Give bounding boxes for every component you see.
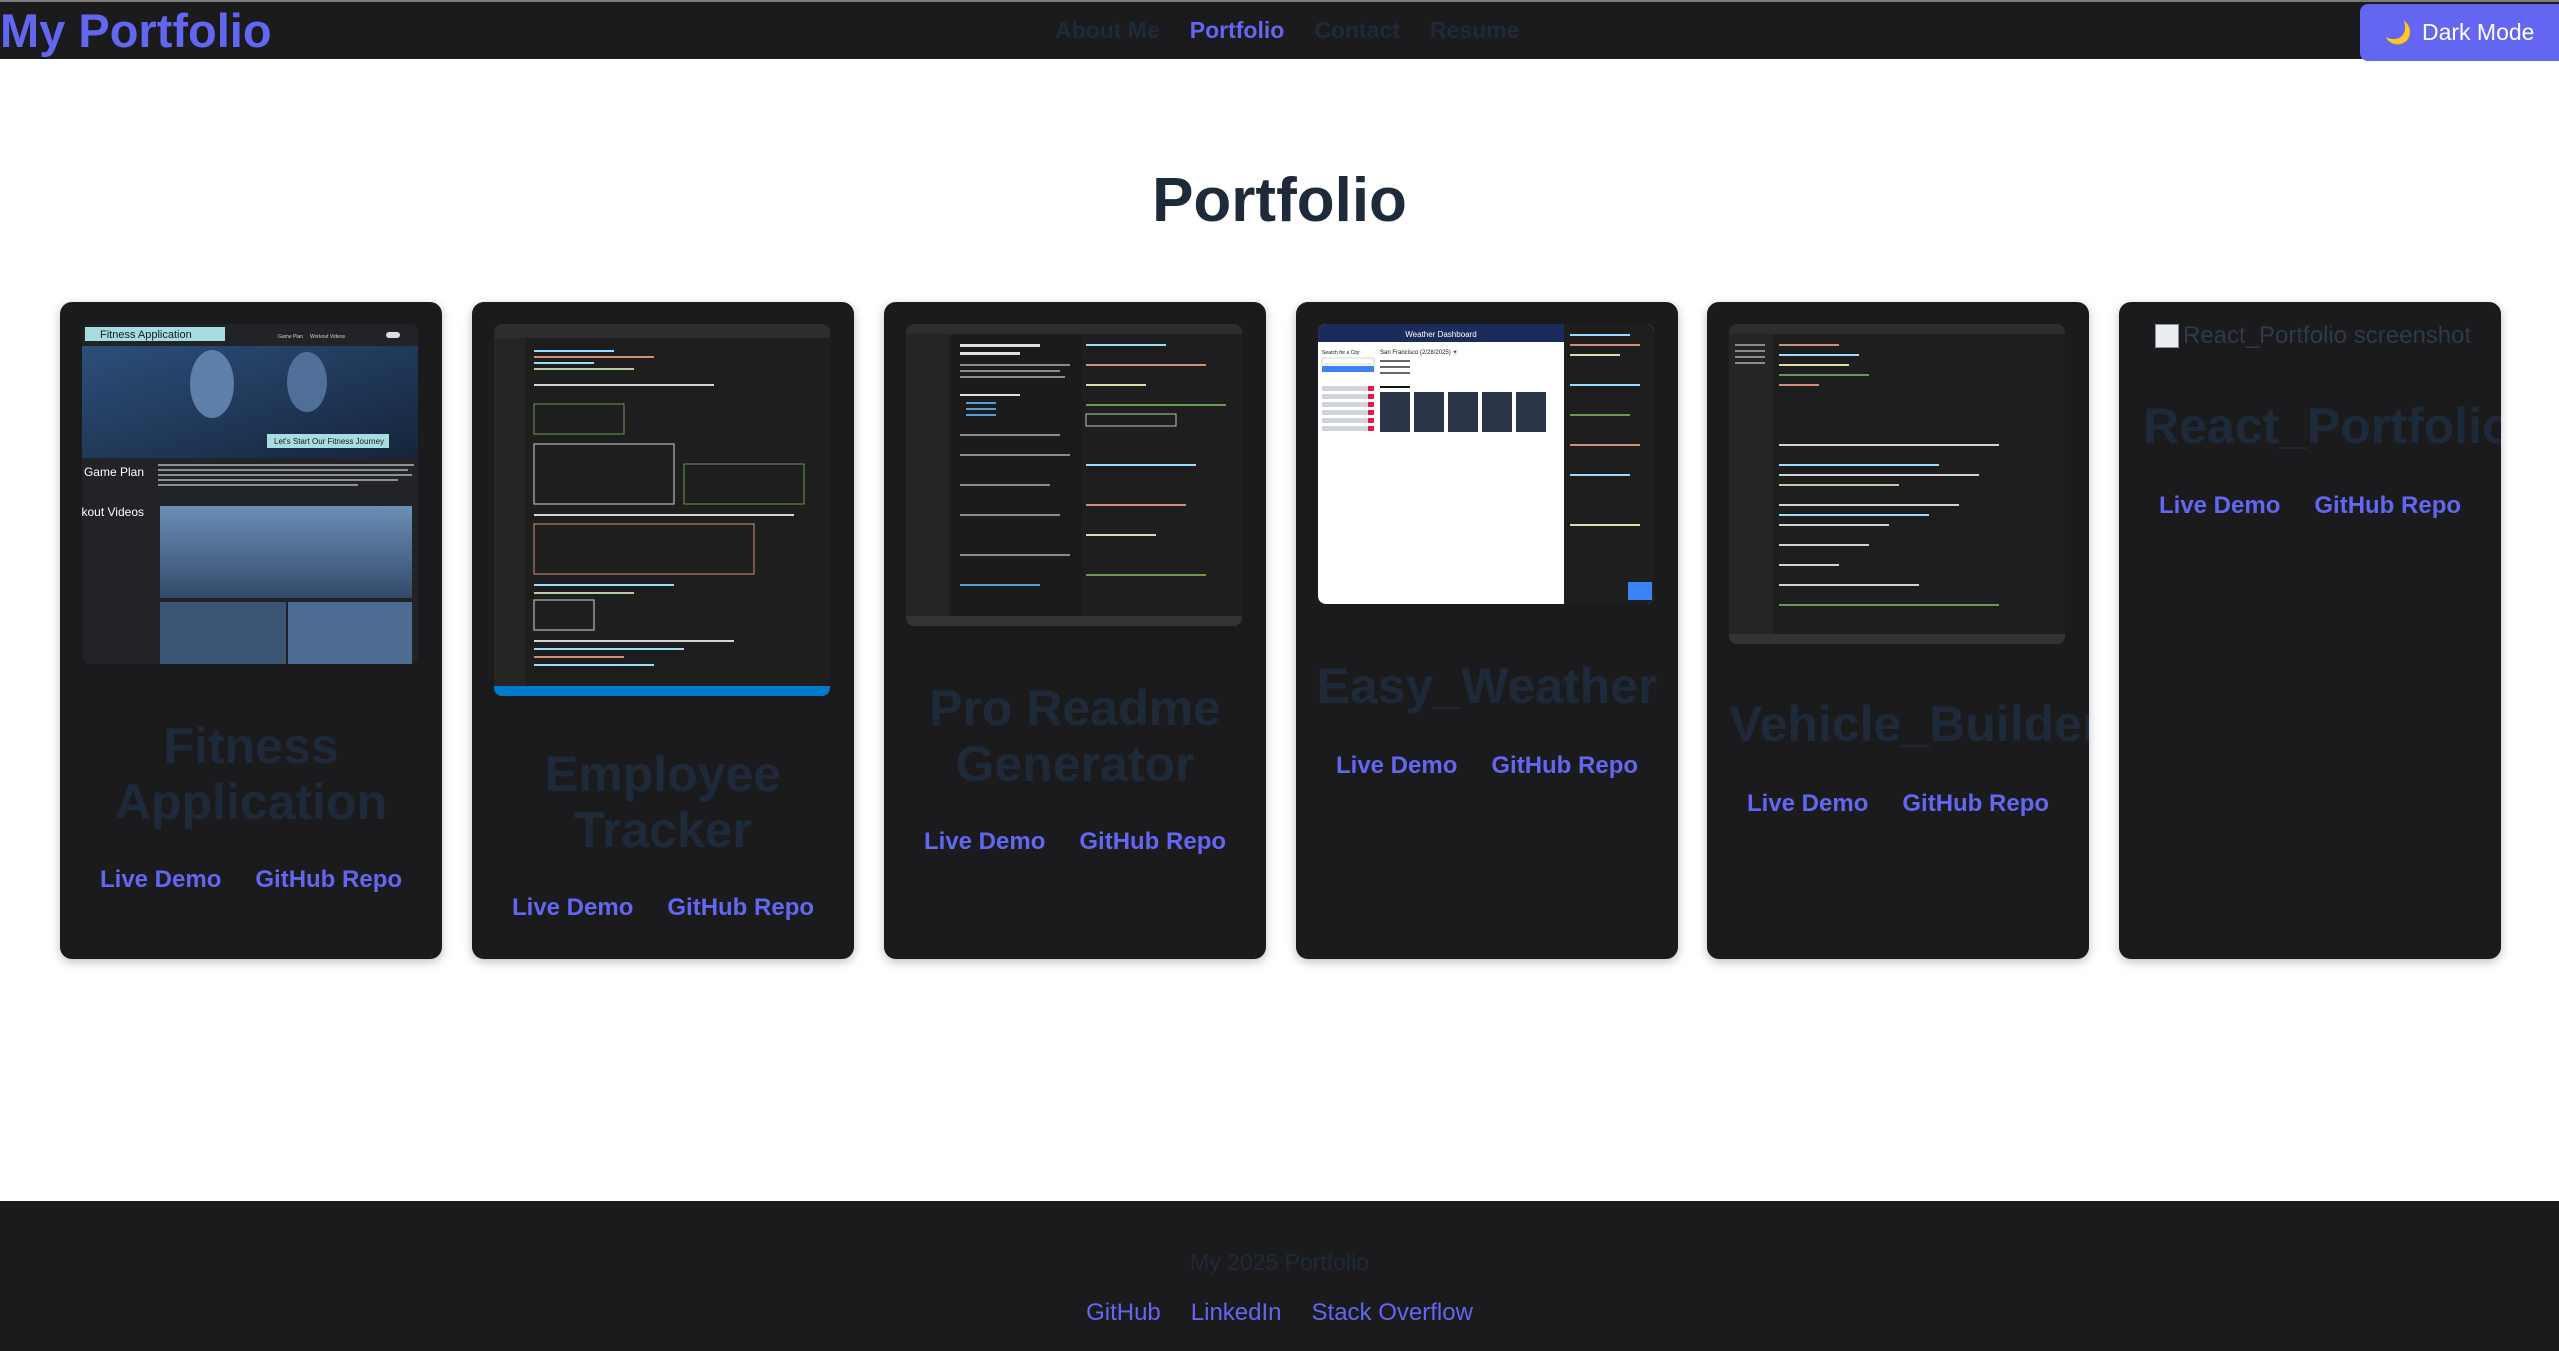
project-screenshot[interactable]: Fitness Application Game Plan Workout Vi… [82, 324, 418, 664]
project-card-pro-readme-generator: Pro Readme Generator Live Demo GitHub Re… [884, 302, 1266, 959]
project-links: Live Demo GitHub Repo [1707, 790, 2089, 818]
project-links: Live Demo GitHub Repo [60, 866, 442, 894]
broken-image-icon [2155, 324, 2179, 348]
image-alt-text: React_Portfolio screenshot [2183, 322, 2472, 349]
project-title: Pro Readme Generator [929, 680, 1221, 792]
footer-link-stack-overflow[interactable]: Stack Overflow [1312, 1299, 1473, 1327]
readme-generator-screenshot-image [906, 324, 1242, 626]
copyright-text: My 2025 Portfolio [1190, 1249, 1369, 1275]
footer-link-linkedin[interactable]: LinkedIn [1191, 1299, 1282, 1327]
project-screenshot[interactable] [1729, 324, 2065, 644]
project-links: Live Demo GitHub Repo [884, 828, 1266, 856]
project-title: Vehicle_Builder_a [1729, 696, 2089, 752]
github-repo-link[interactable]: GitHub Repo [2314, 492, 2461, 520]
svg-text:Search for a City:: Search for a City: [1322, 350, 1361, 356]
project-title: Employee Tracker [544, 746, 782, 858]
project-card-react-portfolio: React_Portfolio screenshot React_Portfol… [2119, 302, 2501, 959]
project-screenshot[interactable] [906, 324, 1242, 626]
fitness-header-text: Fitness Application [100, 329, 192, 341]
live-demo-link[interactable]: Live Demo [924, 828, 1045, 856]
nav-links: About Me Portfolio Contact Resume [1055, 2, 1519, 59]
live-demo-link[interactable]: Live Demo [1336, 752, 1457, 780]
navbar: My Portfolio About Me Portfolio Contact … [0, 0, 2559, 61]
svg-text:Game Plan: Game Plan [278, 334, 303, 340]
footer-links: GitHub LinkedIn Stack Overflow [0, 1299, 2559, 1327]
svg-text:Game Plan: Game Plan [84, 465, 144, 479]
live-demo-link[interactable]: Live Demo [2159, 492, 2280, 520]
github-repo-link[interactable]: GitHub Repo [1902, 790, 2049, 818]
github-repo-link[interactable]: GitHub Repo [667, 894, 814, 922]
project-screenshot[interactable]: Weather Dashboard Search for a City: San… [1318, 324, 1654, 604]
svg-text:Workout Videos: Workout Videos [82, 505, 144, 519]
project-title: Easy_Weather [1316, 658, 1658, 714]
project-card-employee-tracker: Employee Tracker Live Demo GitHub Repo [472, 302, 854, 959]
project-links: Live Demo GitHub Repo [1296, 752, 1678, 780]
dark-mode-toggle-button[interactable]: 🌙 Dark Mode [2360, 4, 2559, 61]
project-title: Fitness Application [114, 718, 388, 830]
nav-link-portfolio[interactable]: Portfolio [1190, 17, 1285, 44]
page-title: Portfolio [1152, 166, 1407, 235]
broken-image[interactable]: React_Portfolio screenshot [2155, 322, 2471, 350]
moon-icon: 🌙 [2384, 19, 2412, 45]
project-links: Live Demo GitHub Repo [472, 894, 854, 922]
svg-text:Workout Videos: Workout Videos [310, 334, 346, 340]
project-screenshot[interactable] [494, 324, 830, 696]
project-title: React_Portfolio [2143, 398, 2501, 454]
footer-link-github[interactable]: GitHub [1086, 1299, 1161, 1327]
github-repo-link[interactable]: GitHub Repo [255, 866, 402, 894]
live-demo-link[interactable]: Live Demo [512, 894, 633, 922]
nav-link-contact[interactable]: Contact [1314, 17, 1400, 44]
project-card-easy-weather: Weather Dashboard Search for a City: San… [1296, 302, 1678, 959]
easy-weather-screenshot-image: Weather Dashboard Search for a City: San… [1318, 324, 1654, 604]
employee-tracker-screenshot-image [494, 324, 830, 696]
live-demo-link[interactable]: Live Demo [100, 866, 221, 894]
svg-text:Let's Start Our Fitness Journe: Let's Start Our Fitness Journey [274, 437, 384, 446]
nav-link-about-me[interactable]: About Me [1055, 17, 1160, 44]
svg-text:San Francisco (2/28/2025) ☀: San Francisco (2/28/2025) ☀ [1380, 349, 1458, 356]
dark-mode-label: Dark Mode [2421, 19, 2535, 45]
fitness-app-screenshot-image: Fitness Application Game Plan Workout Vi… [82, 324, 418, 664]
project-card-vehicle-builder: Vehicle_Builder_a Live Demo GitHub Repo [1707, 302, 2089, 959]
project-links: Live Demo GitHub Repo [2119, 492, 2501, 520]
vehicle-builder-screenshot-image [1729, 324, 2065, 644]
footer: My 2025 Portfolio GitHub LinkedIn Stack … [0, 1201, 2559, 1351]
brand-logo-link[interactable]: My Portfolio [0, 4, 272, 58]
github-repo-link[interactable]: GitHub Repo [1491, 752, 1638, 780]
github-repo-link[interactable]: GitHub Repo [1079, 828, 1226, 856]
weather-header-text: Weather Dashboard [1405, 330, 1476, 339]
nav-link-resume[interactable]: Resume [1430, 17, 1519, 44]
live-demo-link[interactable]: Live Demo [1747, 790, 1868, 818]
project-card-fitness-application: Fitness Application Game Plan Workout Vi… [60, 302, 442, 959]
